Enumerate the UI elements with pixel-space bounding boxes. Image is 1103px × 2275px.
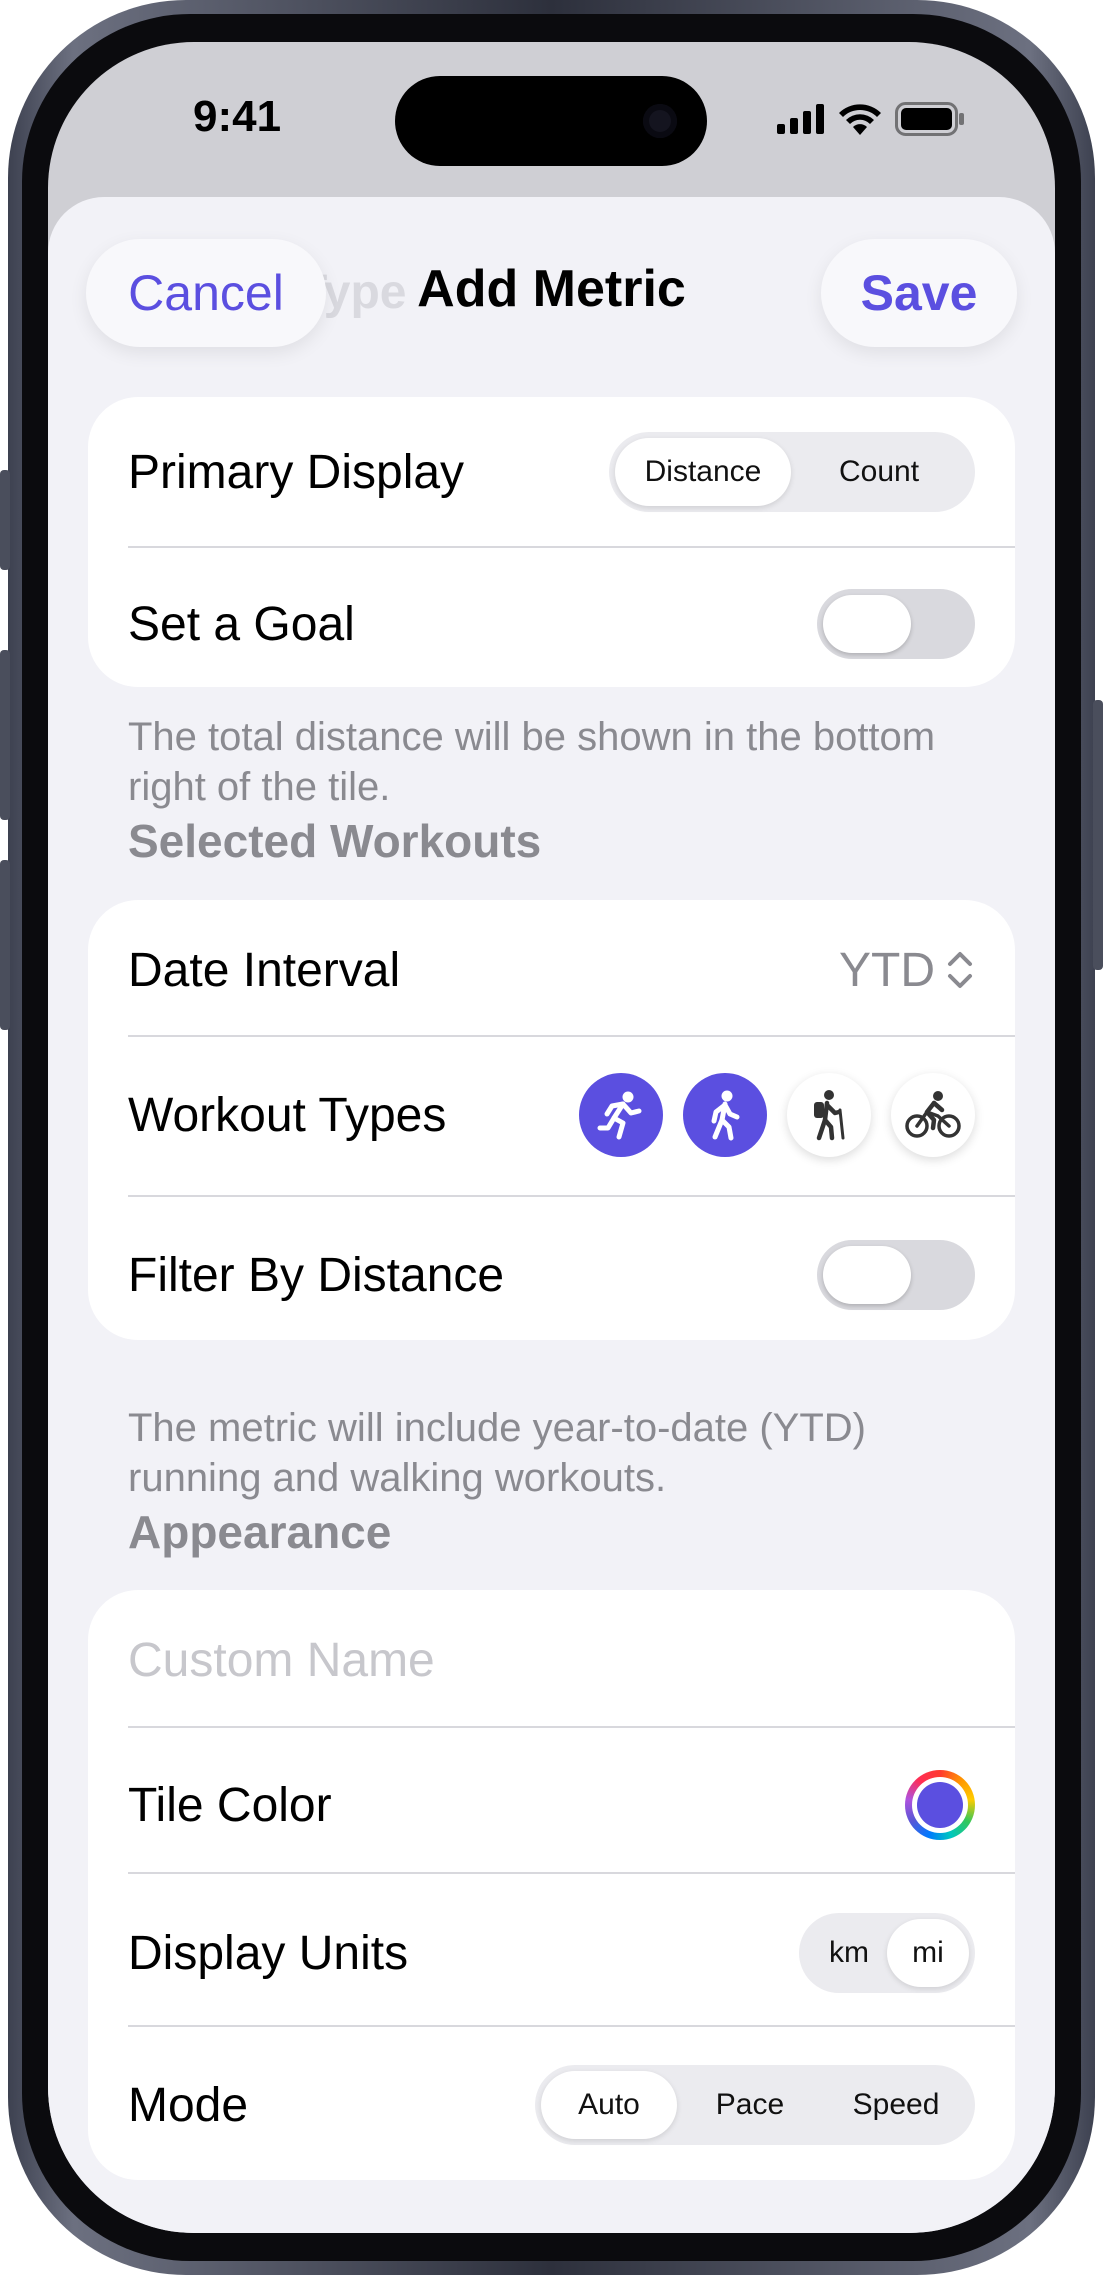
divider — [128, 1035, 1015, 1037]
segment-speed[interactable]: Speed — [823, 2071, 969, 2139]
filter-distance-row: Filter By Distance — [128, 1230, 975, 1320]
cycling-toggle[interactable] — [891, 1073, 975, 1157]
custom-name-input[interactable]: Custom Name — [128, 1633, 435, 1688]
volume-up-button — [0, 650, 10, 820]
walking-toggle[interactable] — [683, 1073, 767, 1157]
custom-name-row[interactable]: Custom Name — [128, 1615, 975, 1705]
workouts-footnote: The metric will include year-to-date (YT… — [128, 1406, 866, 1500]
display-units-label: Display Units — [128, 1926, 409, 1980]
segment-mi[interactable]: mi — [887, 1919, 969, 1987]
display-footnote: The total distance will be shown in the … — [128, 715, 936, 809]
running-toggle[interactable] — [579, 1073, 663, 1157]
power-button — [1093, 700, 1103, 970]
tile-color-row: Tile Color — [128, 1760, 975, 1850]
segment-auto[interactable]: Auto — [541, 2071, 677, 2139]
mode-row: Mode Auto Pace Speed — [128, 2060, 975, 2150]
display-units-row: Display Units km mi — [128, 1908, 975, 1998]
cycling-icon — [905, 1091, 961, 1138]
filter-distance-label: Filter By Distance — [128, 1248, 505, 1302]
nav-bar: Type Cancel Add Metric Save — [48, 197, 1055, 367]
tile-color-picker[interactable] — [905, 1770, 975, 1840]
segment-count[interactable]: Count — [791, 438, 967, 506]
add-metric-sheet: Type Cancel Add Metric Save Primary Disp… — [48, 197, 1055, 2233]
date-interval-label: Date Interval — [128, 943, 401, 997]
divider — [128, 546, 1015, 548]
status-bar: 9:41 — [48, 42, 1055, 192]
front-camera — [643, 104, 677, 138]
status-icons — [777, 102, 965, 136]
screen: 9:41 Type Cancel Add Metric Save Primary… — [48, 42, 1055, 2233]
date-interval-picker[interactable]: YTD — [839, 943, 975, 998]
primary-display-label: Primary Display — [128, 445, 465, 499]
hiking-icon — [814, 1090, 845, 1141]
set-goal-toggle[interactable] — [817, 589, 975, 659]
segment-distance[interactable]: Distance — [615, 438, 791, 506]
set-goal-row: Set a Goal — [128, 579, 975, 669]
status-time: 9:41 — [193, 92, 282, 141]
selected-color-swatch — [917, 1782, 963, 1828]
primary-display-segmented-control: Distance Count — [609, 432, 975, 512]
divider — [128, 2025, 1015, 2027]
running-icon — [597, 1091, 642, 1140]
display-units-segmented-control: km mi — [799, 1913, 975, 1993]
display-card: Primary Display Distance Count Set a Goa… — [88, 397, 1015, 687]
workout-types-row: Workout Types — [128, 1060, 975, 1170]
tile-color-label: Tile Color — [128, 1778, 332, 1832]
primary-display-row: Primary Display Distance Count — [128, 427, 975, 517]
mode-segmented-control: Auto Pace Speed — [535, 2065, 975, 2145]
divider — [128, 1726, 1015, 1728]
action-button — [0, 470, 10, 570]
dynamic-island — [395, 76, 707, 166]
selected-workouts-header: Selected Workouts — [128, 815, 542, 867]
toggle-knob — [823, 1246, 911, 1304]
workout-types-label: Workout Types — [128, 1088, 447, 1142]
filter-distance-toggle[interactable] — [817, 1240, 975, 1310]
divider — [128, 1195, 1015, 1197]
color-ring-inner — [912, 1777, 968, 1833]
mode-label: Mode — [128, 2078, 249, 2132]
wifi-icon — [839, 104, 881, 135]
toggle-knob — [823, 595, 911, 653]
walking-icon — [711, 1090, 740, 1141]
hiking-toggle[interactable] — [787, 1073, 871, 1157]
workouts-card: Date Interval YTD Workout Types Filter B… — [88, 900, 1015, 1340]
appearance-header: Appearance — [128, 1506, 392, 1558]
segment-pace[interactable]: Pace — [677, 2071, 823, 2139]
workout-types-selector — [579, 1073, 975, 1157]
chevron-up-down-icon — [948, 952, 972, 988]
battery-icon — [895, 102, 964, 136]
cellular-signal-icon — [777, 104, 824, 134]
save-button[interactable]: Save — [821, 239, 1017, 347]
segment-km[interactable]: km — [805, 1919, 887, 1987]
volume-down-button — [0, 860, 10, 1030]
set-goal-label: Set a Goal — [128, 597, 355, 651]
date-interval-row[interactable]: Date Interval YTD — [128, 925, 975, 1015]
divider — [128, 1872, 1015, 1874]
date-interval-value: YTD — [839, 943, 935, 997]
appearance-card: Custom Name Tile Color Display Units km … — [88, 1590, 1015, 2180]
